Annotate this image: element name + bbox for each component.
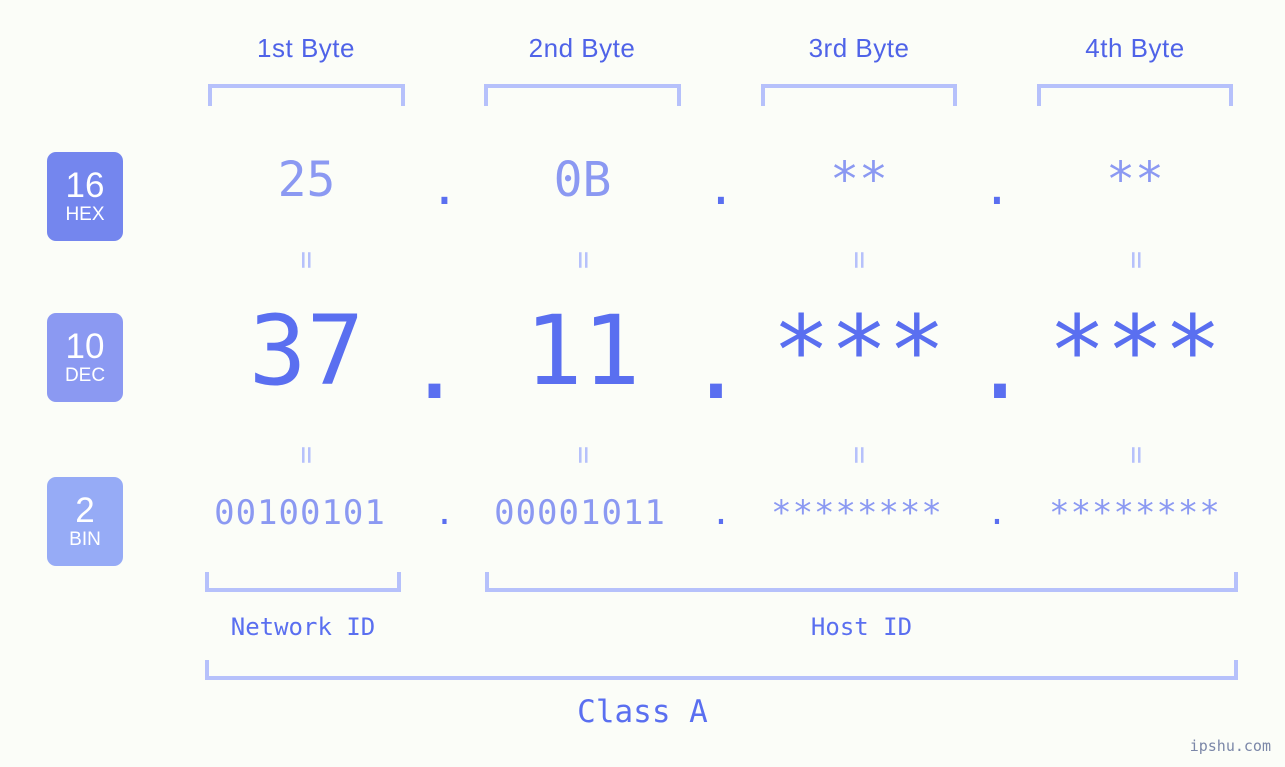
class-bracket bbox=[205, 660, 1238, 680]
hex-byte-3: ** bbox=[830, 152, 888, 208]
equals-mark-hex-dec-3: = bbox=[842, 250, 877, 270]
dec-byte-1: 37 bbox=[248, 295, 365, 407]
network-id-bracket bbox=[205, 572, 401, 592]
diagram-canvas: 1st Byte 2nd Byte 3rd Byte 4th Byte 16 H… bbox=[0, 0, 1285, 767]
dec-byte-2: 11 bbox=[524, 295, 641, 407]
hex-byte-2: 0B bbox=[553, 152, 612, 208]
host-id-bracket bbox=[485, 572, 1238, 592]
radix-badge-hex: 16 HEX bbox=[47, 152, 123, 241]
hex-separator-1: . bbox=[430, 160, 459, 216]
radix-badge-bin-name: BIN bbox=[69, 528, 101, 550]
bin-byte-3: ******** bbox=[771, 493, 943, 533]
bin-byte-2: 00001011 bbox=[494, 493, 666, 533]
byte-bracket-top-2 bbox=[484, 84, 681, 106]
byte-bracket-top-4 bbox=[1037, 84, 1233, 106]
radix-badge-bin-number: 2 bbox=[75, 490, 95, 530]
radix-badge-dec: 10 DEC bbox=[47, 313, 123, 402]
bin-byte-1: 00100101 bbox=[214, 493, 386, 533]
class-label: Class A bbox=[577, 694, 708, 730]
dec-byte-4: *** bbox=[1048, 295, 1222, 407]
hex-separator-2: . bbox=[706, 160, 736, 216]
equals-mark-hex-dec-4: = bbox=[1119, 250, 1154, 270]
dec-byte-3: *** bbox=[772, 295, 946, 407]
radix-badge-dec-number: 10 bbox=[65, 326, 105, 366]
byte-header-2: 2nd Byte bbox=[528, 33, 636, 63]
hex-separator-3: . bbox=[982, 160, 1012, 216]
radix-badge-dec-name: DEC bbox=[64, 364, 106, 386]
radix-badge-hex-number: 16 bbox=[65, 165, 105, 205]
equals-mark-hex-dec-2: = bbox=[566, 250, 601, 270]
hex-byte-4: ** bbox=[1106, 152, 1164, 208]
bin-byte-4: ******** bbox=[1049, 493, 1221, 533]
equals-mark-dec-bin-1: = bbox=[289, 445, 324, 465]
equals-mark-dec-bin-3: = bbox=[842, 445, 877, 465]
network-id-label: Network ID bbox=[230, 613, 376, 641]
byte-bracket-top-1 bbox=[208, 84, 405, 106]
watermark: ipshu.com bbox=[1189, 737, 1271, 755]
hex-byte-1: 25 bbox=[277, 152, 336, 208]
equals-mark-hex-dec-1: = bbox=[289, 250, 324, 270]
equals-mark-dec-bin-4: = bbox=[1119, 445, 1154, 465]
radix-badge-hex-name: HEX bbox=[65, 203, 105, 225]
equals-mark-dec-bin-2: = bbox=[566, 445, 601, 465]
byte-header-1: 1st Byte bbox=[257, 33, 355, 63]
byte-header-3: 3rd Byte bbox=[808, 33, 910, 63]
dec-separator-1: . bbox=[405, 309, 464, 421]
radix-badge-bin: 2 BIN bbox=[47, 477, 123, 566]
dec-separator-2: . bbox=[687, 309, 745, 421]
byte-header-4: 4th Byte bbox=[1085, 33, 1185, 63]
byte-bracket-top-3 bbox=[761, 84, 957, 106]
host-id-label: Host ID bbox=[810, 613, 913, 641]
